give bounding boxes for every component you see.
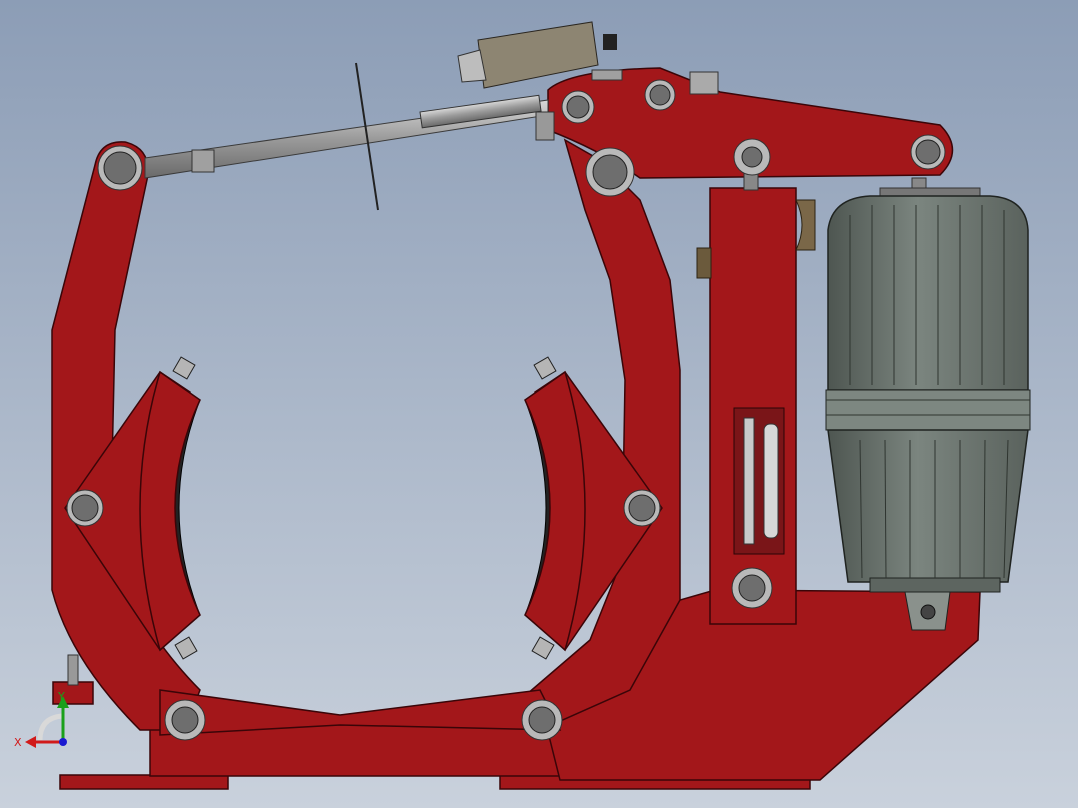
pin-lever-end	[910, 134, 946, 170]
axis-x-label: X	[14, 736, 22, 749]
pin-column-bottom	[731, 567, 773, 609]
drum-brake-assembly: Y X	[14, 21, 1031, 790]
pin-right-arm-top	[585, 147, 635, 197]
cad-viewport[interactable]: Y X	[0, 0, 1078, 808]
pin-left-shoe	[66, 489, 104, 527]
pin-lever-thruster	[733, 138, 771, 176]
pin-left-arm-top	[97, 145, 143, 191]
pin-base-left	[164, 699, 206, 741]
pin-right-shoe	[623, 489, 661, 527]
column-bracket	[795, 199, 816, 251]
thruster-column	[709, 187, 797, 625]
shoe-bolts	[172, 356, 557, 660]
wear-indicator	[733, 407, 785, 555]
pin-top-lever-mid	[644, 79, 676, 111]
left-stop-bolt	[67, 654, 79, 686]
pin-top-lever-left	[561, 90, 595, 124]
pin-base-right	[521, 699, 563, 741]
column-side-plate	[696, 247, 712, 279]
axis-y-label: Y	[57, 690, 65, 703]
coordinate-triad: Y X	[14, 690, 69, 749]
